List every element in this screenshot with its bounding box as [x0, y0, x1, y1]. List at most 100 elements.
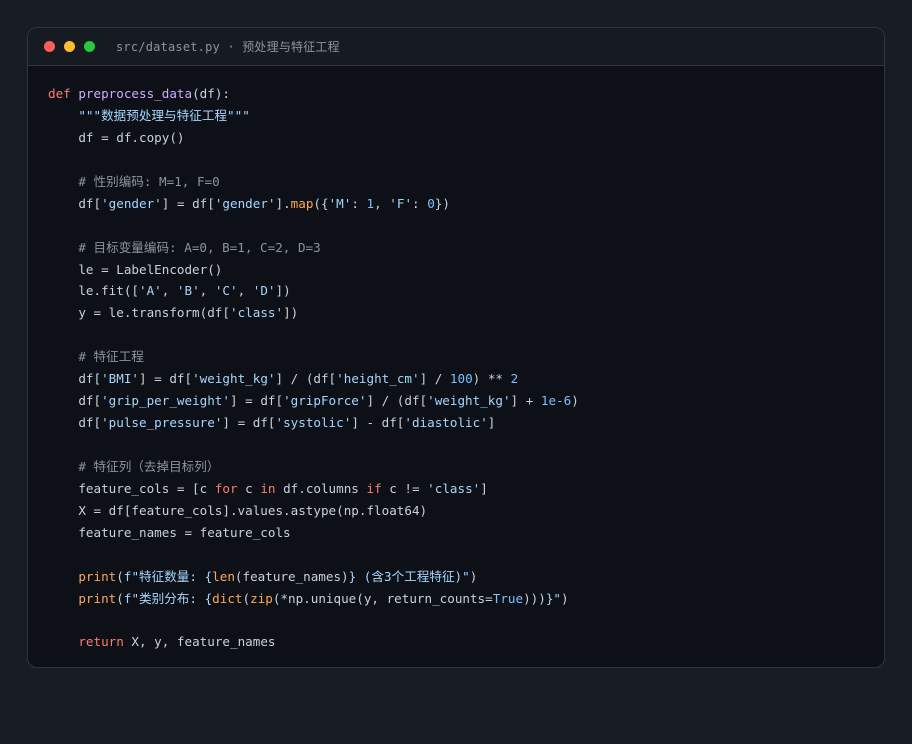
- code-token: }): [434, 195, 450, 211]
- code-token: 'weight_kg': [427, 393, 511, 409]
- code-token: X, y, feature_names: [123, 634, 276, 650]
- code-token: c: [237, 480, 261, 496]
- code-token: ] - df[: [351, 415, 405, 431]
- code-token: ,: [374, 195, 390, 211]
- title-bar: src/dataset.py · 预处理与特征工程: [28, 28, 884, 66]
- code-token: preprocess_data: [78, 86, 193, 101]
- code-token: print: [78, 590, 117, 606]
- close-button[interactable]: [44, 41, 55, 52]
- minimize-button[interactable]: [64, 41, 75, 52]
- code-line: # 目标变量编码: A=0, B=1, C=2, D=3: [48, 237, 884, 259]
- code-token: ): [571, 393, 579, 409]
- code-token: if: [366, 480, 382, 496]
- code-line: df['BMI'] = df['weight_kg'] / (df['heigh…: [48, 368, 884, 390]
- code-token: ) **: [472, 371, 511, 387]
- code-token: df[: [48, 415, 102, 431]
- code-token: ,: [161, 283, 177, 299]
- code-token: for: [214, 480, 238, 496]
- code-token: map: [290, 195, 314, 211]
- code-token: feature_names = feature_cols: [48, 524, 291, 540]
- code-token: 'diastolic': [404, 415, 488, 431]
- code-token: print: [78, 568, 117, 584]
- code-token: 'weight_kg': [192, 371, 276, 387]
- maximize-button[interactable]: [84, 41, 95, 52]
- code-token: len: [212, 568, 235, 584]
- code-token: df.columns: [275, 480, 367, 496]
- code-token: ] = df[: [222, 415, 276, 431]
- code-token: ] = df[: [139, 371, 193, 387]
- code-token: 'BMI': [101, 371, 139, 387]
- code-token: f"类别分布: {: [123, 590, 213, 606]
- code-token: 'D': [252, 283, 276, 299]
- code-token: X = df[feature_cols].values.astype(np.fl…: [48, 502, 428, 518]
- code-line: print(f"特征数量: {len(feature_names)} (含3个工…: [48, 566, 884, 588]
- code-token: ]): [275, 283, 291, 299]
- code-token: 'class': [427, 480, 481, 496]
- code-token: (: [116, 568, 124, 584]
- code-token: df = df.copy(): [48, 129, 185, 145]
- code-token: """数据预处理与特征工程""": [78, 107, 250, 123]
- code-token: def: [48, 86, 71, 101]
- code-token: df[: [48, 371, 102, 387]
- code-token: ]): [283, 305, 299, 321]
- code-token: # 特征工程: [78, 349, 144, 365]
- code-token: (df):: [192, 86, 230, 101]
- code-token: 100: [449, 371, 473, 387]
- code-token: feature_cols = [c: [48, 480, 215, 496]
- window-title: src/dataset.py · 预处理与特征工程: [116, 40, 340, 54]
- code-token: f"特征数量: {: [123, 568, 213, 584]
- code-token: le = LabelEncoder(): [48, 261, 223, 277]
- code-token: 'B': [176, 283, 200, 299]
- code-token: (: [242, 590, 251, 606]
- code-line: # 性别编码: M=1, F=0: [48, 171, 884, 193]
- code-token: 'gender': [101, 195, 162, 211]
- code-line: # 特征列（去掉目标列）: [48, 456, 884, 478]
- code-editor[interactable]: def preprocess_data(df): """数据预处理与特征工程""…: [28, 66, 884, 653]
- code-line: df['pulse_pressure'] = df['systolic'] - …: [48, 412, 884, 434]
- code-token: 'class': [229, 305, 284, 321]
- code-token: 1e-6: [540, 393, 572, 409]
- code-token: 'systolic': [275, 415, 352, 431]
- code-token: # 目标变量编码: A=0, B=1, C=2, D=3: [78, 239, 321, 255]
- code-line: y = le.transform(df['class']): [48, 302, 884, 324]
- code-token: ] / (df[: [366, 393, 428, 409]
- code-token: le.fit([: [48, 283, 139, 299]
- code-token: in: [260, 480, 276, 496]
- code-token: }": [545, 590, 561, 606]
- code-token: return: [78, 634, 124, 650]
- code-token: ]: [480, 480, 488, 496]
- code-line: print(f"类别分布: {dict(zip(*np.unique(y, re…: [48, 588, 884, 610]
- code-line: df['gender'] = df['gender'].map({'M': 1,…: [48, 193, 884, 215]
- code-token: ] = df[: [161, 195, 215, 211]
- code-window: src/dataset.py · 预处理与特征工程 def preprocess…: [27, 27, 885, 668]
- code-token: ] / (df[: [275, 371, 337, 387]
- code-line: """数据预处理与特征工程""": [48, 105, 884, 127]
- code-line: feature_cols = [c for c in df.columns if…: [48, 478, 884, 500]
- code-line: df = df.copy(): [48, 127, 884, 149]
- code-token: dict: [212, 590, 243, 606]
- code-token: ].: [275, 195, 291, 211]
- code-line: df['grip_per_weight'] = df['gripForce'] …: [48, 390, 884, 412]
- code-token: # 特征列（去掉目标列）: [78, 458, 220, 474]
- code-token: :: [351, 195, 367, 211]
- code-token: ,: [237, 283, 253, 299]
- code-token: ): [561, 590, 569, 606]
- code-token: (*np.unique(y, return_counts=: [272, 590, 493, 606]
- code-line: def preprocess_data(df):: [48, 83, 884, 105]
- code-token: 'F': [389, 195, 413, 211]
- code-line: X = df[feature_cols].values.astype(np.fl…: [48, 500, 884, 522]
- code-token: 'A': [139, 283, 162, 299]
